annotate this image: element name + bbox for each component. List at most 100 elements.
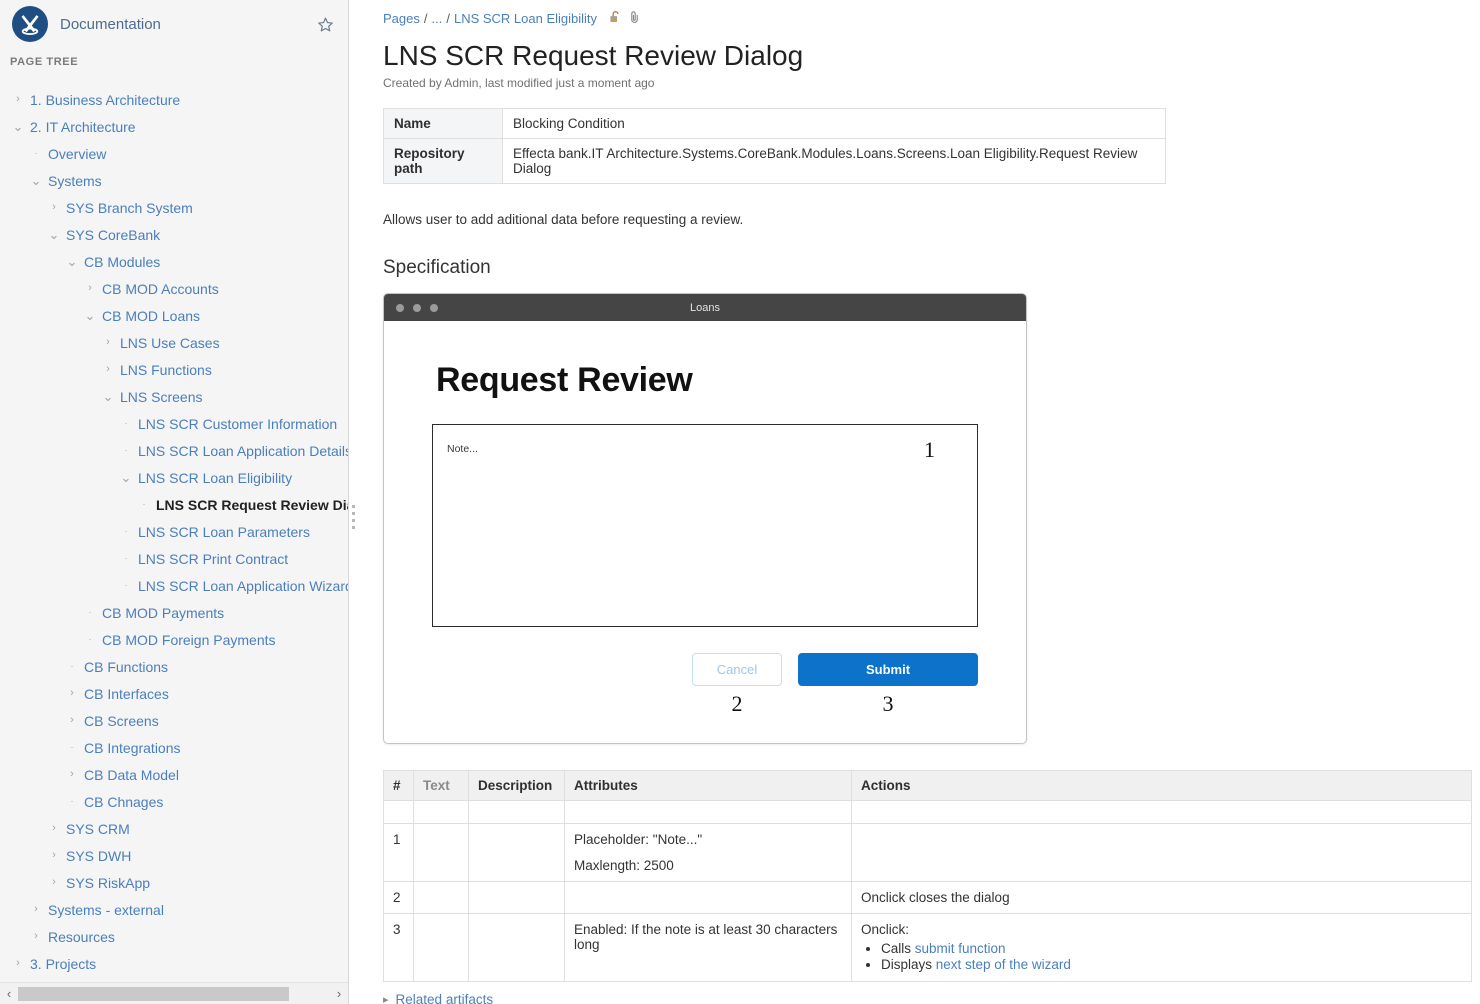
sidebar-resize-handle[interactable]: [350, 505, 356, 529]
related-artifacts-label[interactable]: Related artifacts: [396, 992, 494, 1004]
chevron-right-icon[interactable]: ›: [46, 875, 62, 891]
sidebar-item-label: Resources: [48, 928, 115, 945]
page-intro: Allows user to add aditional data before…: [383, 212, 744, 228]
chevron-down-icon[interactable]: ⌄: [64, 254, 80, 270]
sidebar-item-lns-functions[interactable]: › LNS Functions: [0, 356, 348, 383]
chevron-right-icon[interactable]: ›: [64, 767, 80, 783]
chevron-down-icon[interactable]: ⌄: [118, 470, 134, 486]
sidebar-item-sys-riskapp[interactable]: › SYS RiskApp: [0, 869, 348, 896]
sidebar-item-lns-scr-loan-eligibility[interactable]: ⌄ LNS SCR Loan Eligibility: [0, 464, 348, 491]
crossed-pins-logo[interactable]: [12, 6, 48, 42]
scrollbar-thumb[interactable]: [18, 986, 290, 1001]
action-link[interactable]: submit function: [915, 941, 1006, 956]
sidebar-item-sys-corebank[interactable]: ⌄ SYS CoreBank: [0, 221, 348, 248]
sidebar-item-overview[interactable]: · Overview: [0, 140, 348, 167]
sidebar-item-systems[interactable]: ⌄ Systems: [0, 167, 348, 194]
sidebar-item-label: 2. IT Architecture: [30, 118, 136, 135]
bullet-icon: ·: [70, 796, 74, 806]
chevron-right-icon[interactable]: ›: [46, 200, 62, 216]
cancel-button[interactable]: Cancel: [692, 653, 782, 687]
chevron-down-icon[interactable]: ⌄: [46, 227, 62, 243]
chevron-down-icon[interactable]: ⌄: [10, 119, 26, 135]
bullet-icon: ·: [70, 661, 74, 671]
chevron-right-icon[interactable]: ›: [28, 929, 44, 945]
chevron-right-icon[interactable]: ›: [28, 902, 44, 918]
sidebar-item-sys-branch-system[interactable]: › SYS Branch System: [0, 194, 348, 221]
sidebar-item-cb-mod-payments[interactable]: · CB MOD Payments: [0, 599, 348, 626]
note-textarea[interactable]: Note... 1: [432, 424, 978, 628]
sidebar-item-cb-chnages[interactable]: · CB Chnages: [0, 788, 348, 815]
chevron-right-icon[interactable]: ›: [330, 987, 348, 1000]
sidebar-item-cb-data-model[interactable]: › CB Data Model: [0, 761, 348, 788]
chevron-right-icon[interactable]: ›: [46, 848, 62, 864]
sidebar-item-lns-scr-request-review-dialog[interactable]: · LNS SCR Request Review Dialog: [0, 491, 349, 518]
section-heading-specification: Specification: [383, 257, 491, 279]
breadcrumb-ellipsis[interactable]: ...: [432, 11, 443, 26]
cell-num: 3: [383, 913, 414, 983]
sidebar-item-3-projects[interactable]: › 3. Projects: [0, 950, 348, 976]
sidebar-item-cb-mod-accounts[interactable]: › CB MOD Accounts: [0, 275, 348, 302]
sidebar-item-label: LNS SCR Request Review Dialog: [156, 496, 348, 513]
chevron-down-icon[interactable]: ⌄: [28, 173, 44, 189]
breadcrumb-pages[interactable]: Pages: [383, 11, 420, 26]
sidebar-item-sys-crm[interactable]: › SYS CRM: [0, 815, 348, 842]
chevron-right-icon[interactable]: ›: [10, 956, 26, 972]
window-controls-icon[interactable]: [396, 303, 438, 312]
chevron-right-icon[interactable]: ›: [82, 281, 98, 297]
chevron-right-icon[interactable]: ›: [10, 92, 26, 108]
column-header-attributes: Attributes: [564, 770, 852, 802]
chevron-left-icon[interactable]: ‹: [0, 987, 18, 1000]
mockup-window-title: Loans: [690, 301, 720, 314]
specification-table-body: 1 Placeholder: "Note..." Maxlength: 2500 2 O…: [383, 800, 1472, 983]
sidebar-item-lns-use-cases[interactable]: › LNS Use Cases: [0, 329, 348, 356]
sidebar-item-systems-external[interactable]: › Systems - external: [0, 896, 348, 923]
sidebar-item-lns-scr-loan-parameters[interactable]: · LNS SCR Loan Parameters: [0, 518, 348, 545]
star-icon[interactable]: [312, 11, 338, 37]
screen-mockup: Loans Request Review Note... 1 Cancel 2 …: [383, 293, 1027, 745]
cell-actions: Onclick closes the dialog: [851, 881, 1472, 915]
unlocked-padlock-icon[interactable]: [609, 10, 622, 27]
chevron-right-icon[interactable]: ›: [100, 362, 116, 378]
bullet-icon: ·: [88, 634, 92, 644]
scrollbar-track[interactable]: [18, 986, 330, 1001]
sidebar-item-cb-interfaces[interactable]: › CB Interfaces: [0, 680, 348, 707]
sidebar-item-lns-screens[interactable]: ⌄ LNS Screens: [0, 383, 348, 410]
sidebar-item-cb-screens[interactable]: › CB Screens: [0, 707, 348, 734]
related-artifacts-toggle[interactable]: ▸ Related artifacts: [383, 992, 1480, 1004]
property-path-key: Repository path: [383, 138, 503, 185]
chevron-right-icon[interactable]: ›: [64, 713, 80, 729]
sidebar-item-cb-mod-loans[interactable]: ⌄ CB MOD Loans: [0, 302, 348, 329]
sidebar-item-1-business-architecture[interactable]: › 1. Business Architecture: [0, 86, 348, 113]
space-header: Documentation: [0, 0, 348, 48]
chevron-down-icon[interactable]: ⌄: [82, 308, 98, 324]
chevron-right-icon[interactable]: ›: [64, 686, 80, 702]
sidebar-item-cb-integrations[interactable]: · CB Integrations: [0, 734, 348, 761]
sidebar-item-lns-scr-print-contract[interactable]: · LNS SCR Print Contract: [0, 545, 348, 572]
sidebar-item-2-it-architecture[interactable]: ⌄ 2. IT Architecture: [0, 113, 348, 140]
breadcrumb-parent[interactable]: LNS SCR Loan Eligibility: [454, 11, 597, 26]
table-row: 3 Enabled: If the note is at least 30 cha…: [383, 913, 1472, 983]
sidebar-item-cb-mod-foreign-payments[interactable]: · CB MOD Foreign Payments: [0, 626, 348, 653]
space-name[interactable]: Documentation: [60, 16, 312, 33]
chevron-down-icon[interactable]: ⌄: [100, 389, 116, 405]
sidebar-item-lns-scr-customer-information[interactable]: · LNS SCR Customer Information: [0, 410, 348, 437]
sidebar-item-cb-modules[interactable]: ⌄ CB Modules: [0, 248, 348, 275]
sidebar-item-label: CB MOD Loans: [102, 307, 201, 324]
sidebar-item-sys-dwh[interactable]: › SYS DWH: [0, 842, 348, 869]
sidebar-item-lns-scr-loan-application-wizard-header[interactable]: · LNS SCR Loan Application Wizard Header: [0, 572, 349, 599]
bullet-icon: ·: [34, 148, 38, 158]
submit-button[interactable]: Submit: [798, 653, 978, 687]
chevron-right-icon[interactable]: ›: [100, 335, 116, 351]
page-tree: › 1. Business Architecture ⌄ 2. IT Architec…: [0, 86, 348, 976]
action-prefix: Displays: [881, 957, 936, 973]
action-link[interactable]: next step of the wizard: [936, 957, 1071, 972]
cell-text: [413, 823, 469, 883]
chevron-right-icon[interactable]: ›: [46, 821, 62, 837]
sidebar-horizontal-scrollbar[interactable]: ‹ ›: [0, 982, 348, 1004]
paperclip-icon[interactable]: [629, 10, 640, 27]
sidebar-item-lns-scr-loan-application-details[interactable]: · LNS SCR Loan Application Details: [0, 437, 349, 464]
bullet-icon: ·: [142, 499, 146, 509]
sidebar-item-resources[interactable]: › Resources: [0, 923, 348, 950]
sidebar-item-cb-functions[interactable]: · CB Functions: [0, 653, 348, 680]
page-title: LNS SCR Request Review Dialog: [383, 40, 804, 71]
